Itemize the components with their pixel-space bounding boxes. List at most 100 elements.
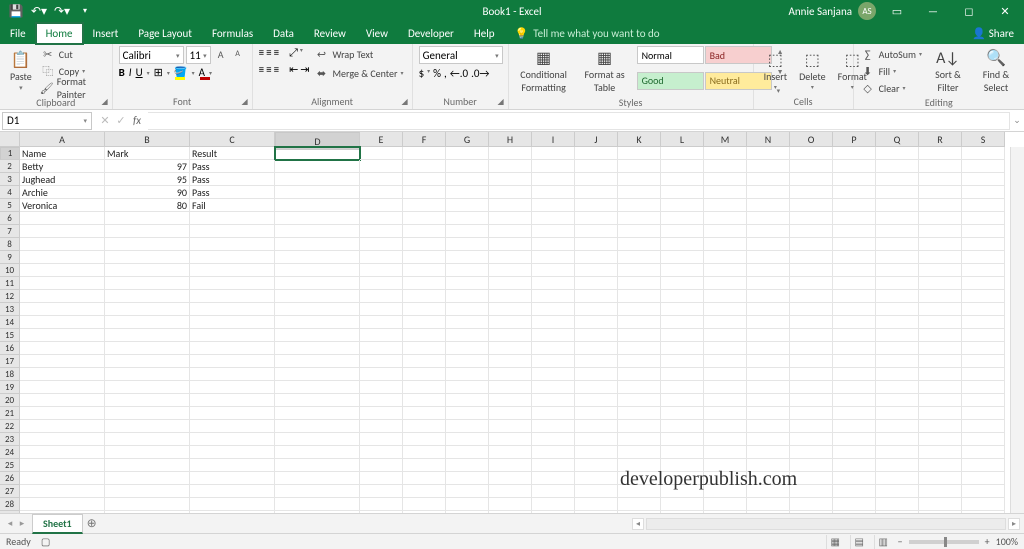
row-header[interactable]: 4 xyxy=(0,186,20,199)
col-header-P[interactable]: P xyxy=(833,132,876,147)
cell[interactable] xyxy=(275,472,360,485)
cell[interactable] xyxy=(446,173,489,186)
cell[interactable] xyxy=(661,446,704,459)
cell[interactable] xyxy=(962,329,1005,342)
cell[interactable] xyxy=(790,433,833,446)
cell[interactable] xyxy=(790,147,833,160)
col-header-B[interactable]: B xyxy=(105,132,190,147)
delete-cells-button[interactable]: ⬚Delete▾ xyxy=(795,46,830,95)
cell[interactable] xyxy=(275,459,360,472)
cell[interactable] xyxy=(876,173,919,186)
cell[interactable] xyxy=(489,433,532,446)
cell[interactable] xyxy=(360,186,403,199)
cell[interactable] xyxy=(190,212,275,225)
cell[interactable] xyxy=(489,485,532,498)
font-size-select[interactable]: 11▾ xyxy=(186,46,211,64)
cell[interactable] xyxy=(532,329,575,342)
cell[interactable] xyxy=(661,381,704,394)
cell[interactable]: Veronica xyxy=(20,199,105,212)
cell[interactable] xyxy=(489,212,532,225)
accounting-icon[interactable]: $ xyxy=(419,67,425,80)
cell[interactable] xyxy=(962,355,1005,368)
cell[interactable] xyxy=(403,199,446,212)
minimize-icon[interactable]: — xyxy=(918,1,948,21)
ribbon-options-icon[interactable]: ▭ xyxy=(882,1,912,21)
cell[interactable] xyxy=(876,225,919,238)
cell[interactable] xyxy=(704,199,747,212)
cell[interactable] xyxy=(190,433,275,446)
dialog-launcher-icon[interactable]: ◢ xyxy=(240,97,250,107)
cell[interactable] xyxy=(618,147,661,160)
underline-button[interactable]: U xyxy=(136,66,143,79)
cell[interactable] xyxy=(575,199,618,212)
cell[interactable] xyxy=(790,277,833,290)
cell[interactable] xyxy=(489,316,532,329)
cell[interactable] xyxy=(790,160,833,173)
dialog-launcher-icon[interactable]: ◢ xyxy=(100,97,110,107)
cell[interactable] xyxy=(360,147,403,160)
cell[interactable] xyxy=(403,160,446,173)
cell[interactable] xyxy=(446,355,489,368)
cell[interactable] xyxy=(833,225,876,238)
cell[interactable] xyxy=(446,459,489,472)
row-header[interactable]: 23 xyxy=(0,433,20,446)
align-middle-icon[interactable]: ≡ xyxy=(266,46,271,60)
cell[interactable]: Pass xyxy=(190,173,275,186)
cell[interactable] xyxy=(275,277,360,290)
spreadsheet-grid[interactable]: ABCDEFGHIJKLMNOPQRS 12345678910111213141… xyxy=(0,132,1024,513)
cell[interactable] xyxy=(20,394,105,407)
cell[interactable] xyxy=(105,381,190,394)
cell[interactable] xyxy=(360,498,403,511)
cancel-formula-icon[interactable]: ✕ xyxy=(98,114,112,127)
cell[interactable] xyxy=(489,147,532,160)
conditional-formatting-button[interactable]: ▦Conditional Formatting xyxy=(515,46,573,96)
cell[interactable] xyxy=(704,212,747,225)
cell[interactable] xyxy=(275,394,360,407)
tab-review[interactable]: Review xyxy=(304,23,356,44)
cell[interactable] xyxy=(190,277,275,290)
cell[interactable] xyxy=(661,173,704,186)
cell[interactable]: Mark xyxy=(105,147,190,160)
cell[interactable] xyxy=(489,355,532,368)
cell[interactable] xyxy=(360,485,403,498)
cell[interactable] xyxy=(532,277,575,290)
cell[interactable] xyxy=(747,199,790,212)
row-header[interactable]: 17 xyxy=(0,355,20,368)
cell[interactable] xyxy=(403,342,446,355)
cell[interactable] xyxy=(105,472,190,485)
cell[interactable] xyxy=(575,264,618,277)
cell[interactable] xyxy=(446,199,489,212)
cell[interactable] xyxy=(20,511,105,513)
cell[interactable] xyxy=(962,186,1005,199)
cell[interactable] xyxy=(20,264,105,277)
col-header-F[interactable]: F xyxy=(403,132,446,147)
cell[interactable] xyxy=(661,290,704,303)
cell[interactable] xyxy=(532,303,575,316)
cell[interactable] xyxy=(446,394,489,407)
cell[interactable] xyxy=(360,238,403,251)
cell[interactable] xyxy=(618,238,661,251)
tab-insert[interactable]: Insert xyxy=(83,23,129,44)
tab-developer[interactable]: Developer xyxy=(398,23,464,44)
cell[interactable] xyxy=(618,368,661,381)
wrap-text-button[interactable]: ↩Wrap Text xyxy=(314,46,404,62)
cell[interactable] xyxy=(618,277,661,290)
cell[interactable] xyxy=(489,199,532,212)
cell[interactable] xyxy=(446,368,489,381)
cell[interactable] xyxy=(403,251,446,264)
cell[interactable] xyxy=(876,498,919,511)
decrease-font-icon[interactable]: A xyxy=(230,46,246,62)
cell[interactable] xyxy=(661,251,704,264)
cell[interactable] xyxy=(833,342,876,355)
cell[interactable] xyxy=(403,394,446,407)
cell[interactable] xyxy=(661,355,704,368)
cell[interactable] xyxy=(575,316,618,329)
cell[interactable] xyxy=(919,212,962,225)
cell[interactable] xyxy=(489,264,532,277)
cell[interactable] xyxy=(275,316,360,329)
cell[interactable] xyxy=(575,368,618,381)
cell[interactable] xyxy=(403,381,446,394)
cell[interactable] xyxy=(403,277,446,290)
cell[interactable] xyxy=(20,407,105,420)
cell[interactable] xyxy=(275,238,360,251)
